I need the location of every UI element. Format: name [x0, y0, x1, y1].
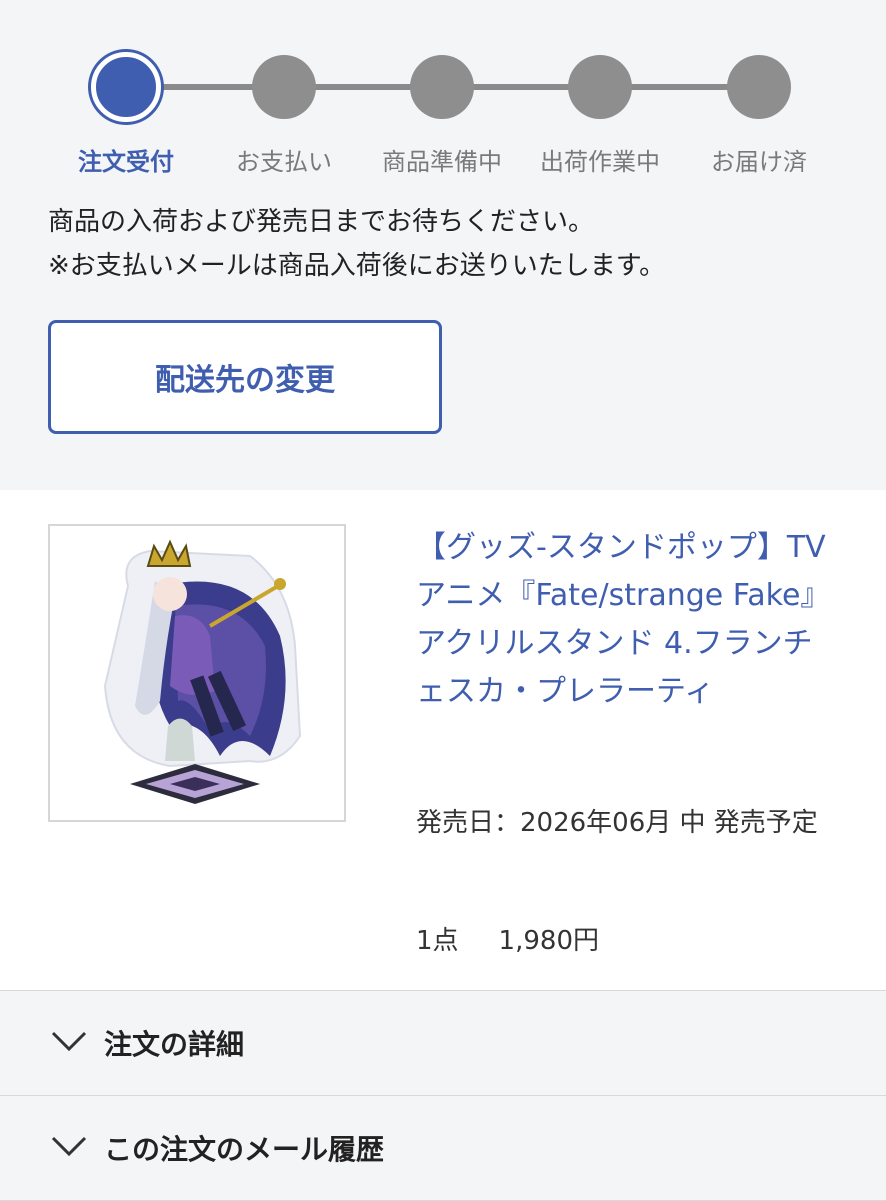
- status-notice: 商品の入荷および発売日までお待ちください。 ※お支払いメールは商品入荷後にお送り…: [48, 200, 848, 288]
- step-label-shipping: 出荷作業中: [540, 148, 660, 176]
- order-progress-stepper: 注文受付 お支払い 商品準備中 出荷作業中 お届け済: [0, 0, 886, 200]
- chevron-down-icon: [51, 1136, 87, 1157]
- step-circle-delivered: [727, 55, 791, 119]
- price: 1,980円: [498, 926, 599, 956]
- quantity-price: 1点 1,980円: [416, 920, 599, 957]
- step-circle-payment: [252, 55, 316, 119]
- notice-line-2: ※お支払いメールは商品入荷後にお送りいたします。: [48, 251, 666, 281]
- product-card: 【グッズ-スタンドポップ】TVアニメ『Fate/strange Fake』 アク…: [0, 490, 886, 991]
- product-title-link[interactable]: 【グッズ-スタンドポップ】TVアニメ『Fate/strange Fake』 アク…: [416, 524, 836, 716]
- change-shipping-address-button[interactable]: 配送先の変更: [48, 320, 442, 434]
- step-label-ordered: 注文受付: [78, 148, 174, 176]
- quantity: 1点: [416, 926, 459, 956]
- step-circle-ordered: [91, 52, 161, 122]
- chevron-down-icon: [51, 1031, 87, 1052]
- step-label-preparing: 商品準備中: [382, 148, 502, 176]
- order-detail-accordion[interactable]: 注文の詳細: [0, 991, 886, 1096]
- order-detail-label: 注文の詳細: [104, 1028, 245, 1061]
- release-date: 発売日：2026年06月 中 発売予定: [416, 808, 818, 838]
- step-circle-shipping: [568, 55, 632, 119]
- acrylic-stand-image[interactable]: [48, 524, 346, 822]
- step-label-payment: お支払い: [236, 148, 332, 176]
- mail-history-accordion[interactable]: この注文のメール履歴: [0, 1096, 886, 1201]
- notice-line-1: 商品の入荷および発売日までお待ちください。: [48, 207, 595, 237]
- mail-history-label: この注文のメール履歴: [104, 1133, 385, 1166]
- step-label-delivered: お届け済: [711, 148, 807, 176]
- product-illustration: [103, 539, 302, 804]
- step-circle-preparing: [410, 55, 474, 119]
